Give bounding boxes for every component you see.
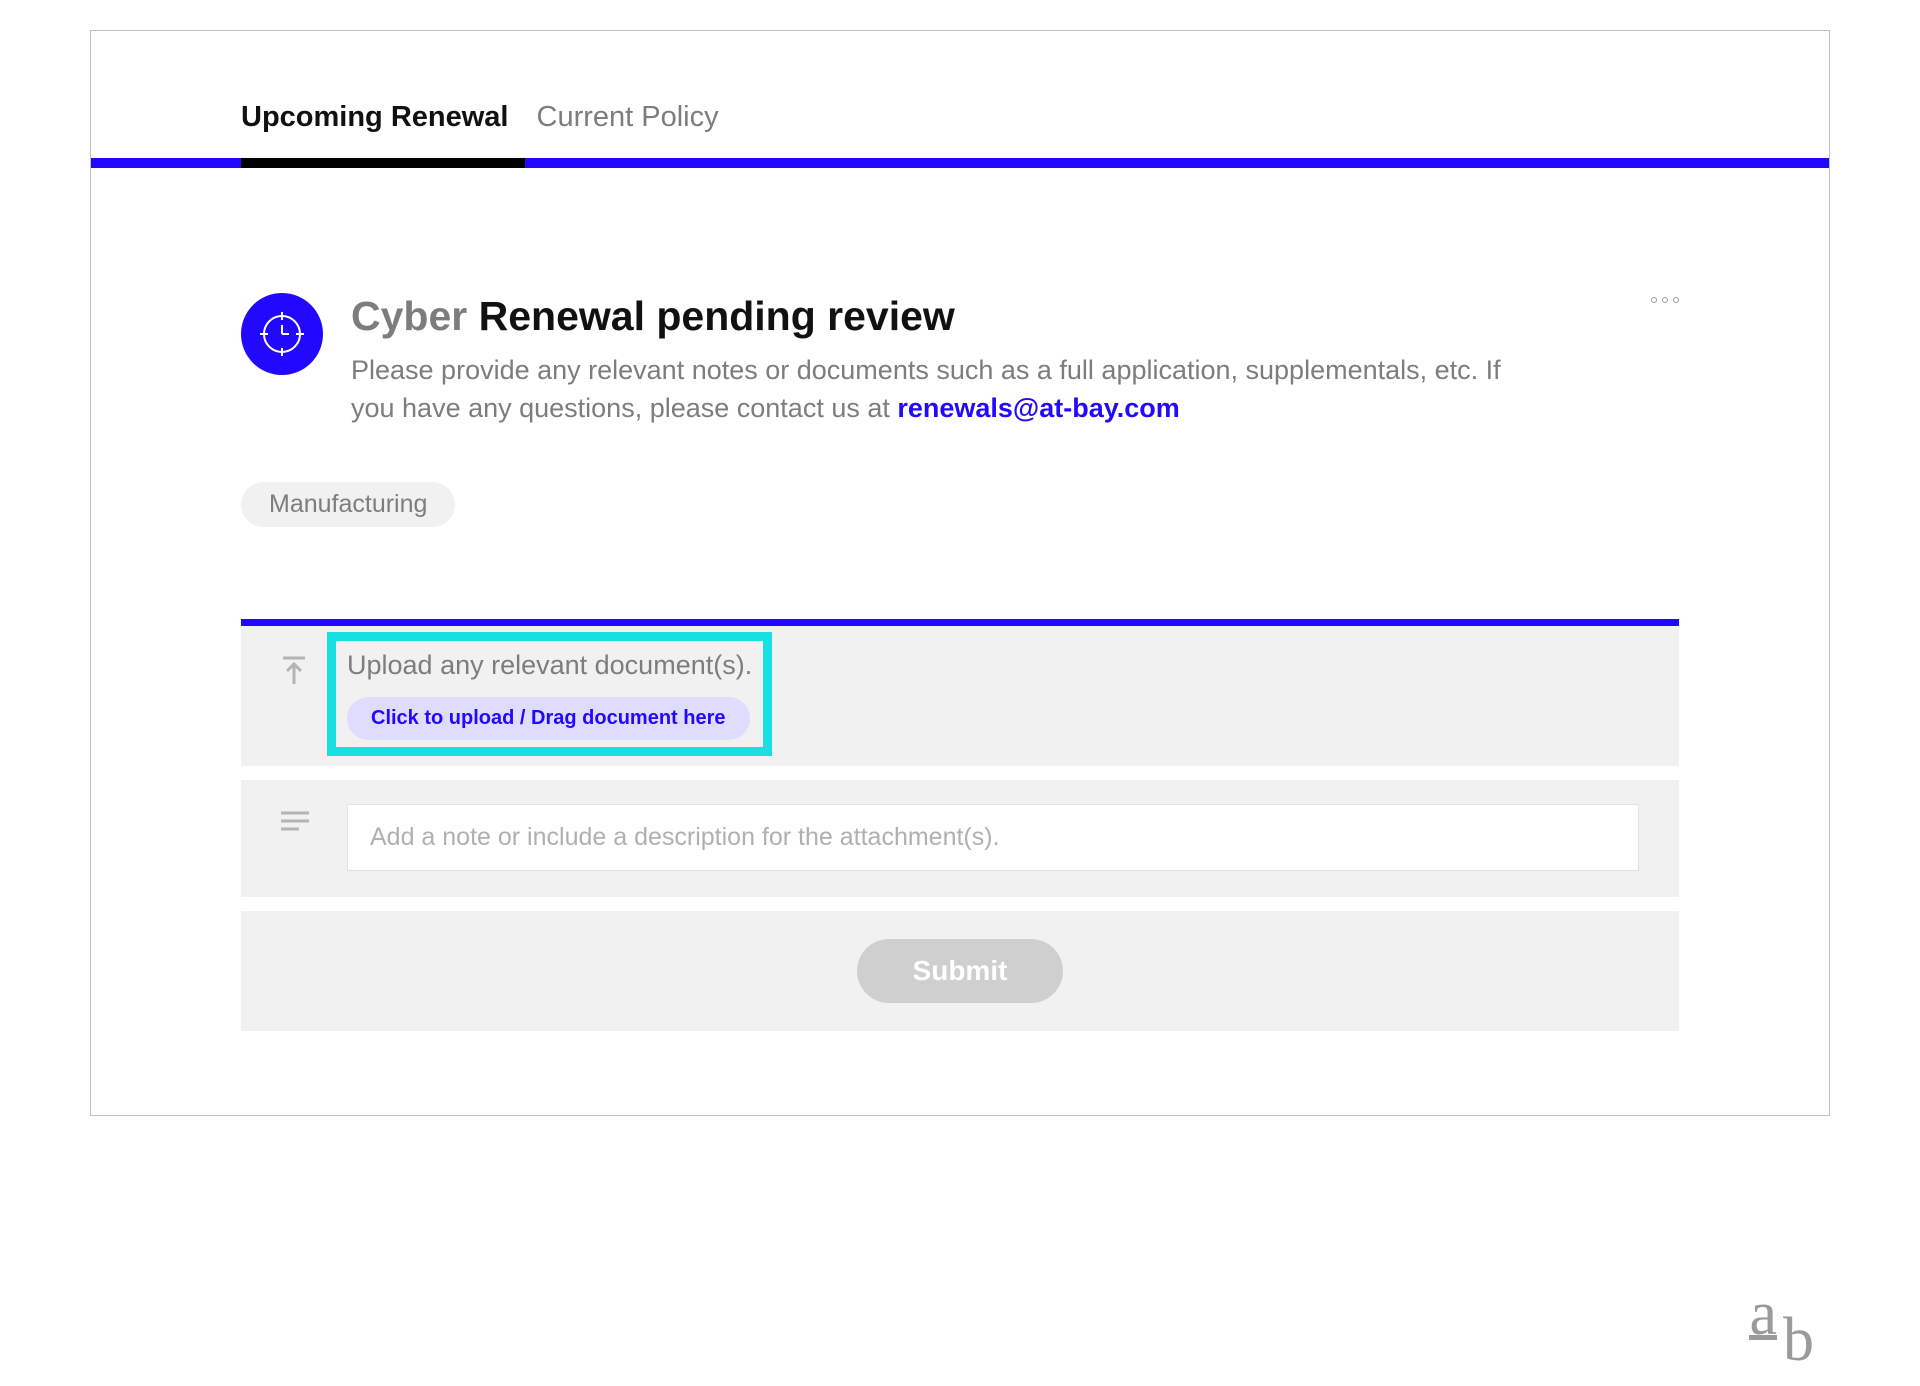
upload-block: Upload any relevant document(s). Click t… — [347, 650, 752, 740]
industry-tag: Manufacturing — [241, 482, 455, 527]
brand-a: a — [1749, 1296, 1777, 1340]
dot-icon — [1662, 297, 1668, 303]
brand-logo: ab — [1749, 1279, 1814, 1350]
tab-upcoming-renewal[interactable]: Upcoming Renewal — [241, 101, 509, 158]
status-icon — [241, 293, 323, 375]
upload-row: Upload any relevant document(s). Click t… — [241, 626, 1679, 766]
tab-bar: Upcoming Renewal Current Policy — [91, 31, 1829, 158]
brand-b: b — [1783, 1306, 1814, 1374]
upload-label: Upload any relevant document(s). — [347, 650, 752, 681]
status-text: Renewal pending review — [479, 293, 955, 339]
tag-row: Manufacturing — [241, 482, 1679, 527]
main-panel: Upcoming Renewal Current Policy Cyber — [90, 30, 1830, 1116]
page-title: Cyber Renewal pending review — [351, 293, 1679, 340]
content-area: Cyber Renewal pending review Please prov… — [91, 168, 1829, 1115]
more-menu-button[interactable] — [1651, 297, 1679, 303]
contact-email-link[interactable]: renewals@at-bay.com — [897, 393, 1179, 423]
note-row — [241, 780, 1679, 897]
upload-icon — [281, 656, 311, 691]
dot-icon — [1651, 297, 1657, 303]
upload-button[interactable]: Click to upload / Drag document here — [347, 697, 750, 740]
page-subtitle: Please provide any relevant notes or doc… — [351, 352, 1531, 428]
clock-target-icon — [260, 312, 304, 356]
submit-row: Submit — [241, 911, 1679, 1031]
note-input[interactable] — [347, 804, 1639, 871]
submit-button[interactable]: Submit — [857, 939, 1064, 1003]
notes-icon — [281, 810, 311, 837]
tab-current-policy[interactable]: Current Policy — [537, 101, 719, 158]
title-block: Cyber Renewal pending review Please prov… — [351, 293, 1679, 428]
tab-underline — [91, 158, 1829, 168]
dot-icon — [1673, 297, 1679, 303]
form-area: Upload any relevant document(s). Click t… — [241, 619, 1679, 1031]
product-name: Cyber — [351, 293, 467, 339]
tab-underline-active — [241, 158, 525, 168]
page-header: Cyber Renewal pending review Please prov… — [241, 293, 1679, 428]
